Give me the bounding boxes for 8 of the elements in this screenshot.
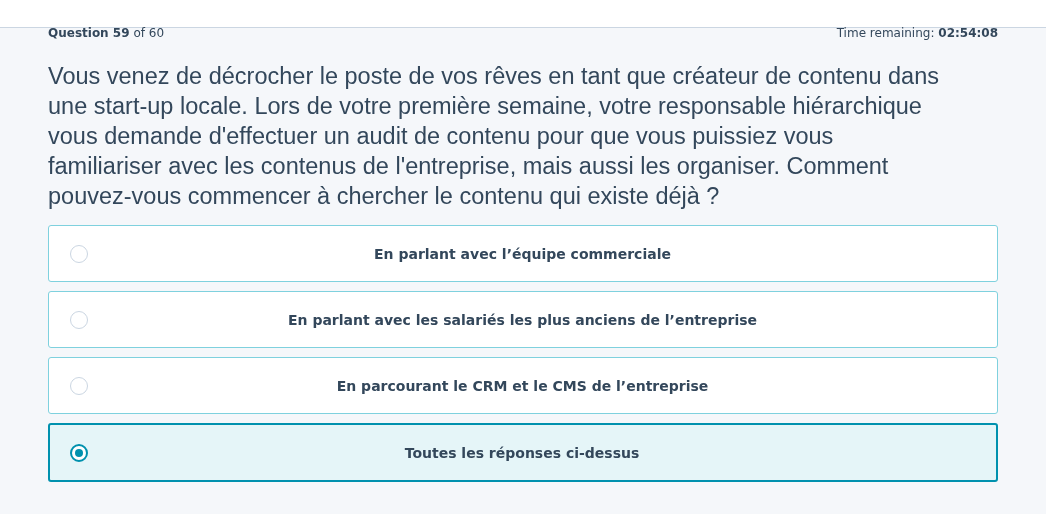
- answer-option[interactable]: En parcourant le CRM et le CMS de l’entreprise: [48, 357, 998, 414]
- time-remaining: Time remaining: 02:54:08: [836, 26, 998, 40]
- radio-button[interactable]: [70, 443, 88, 462]
- answer-option[interactable]: Toutes les réponses ci-dessus: [48, 423, 998, 482]
- answer-option[interactable]: En parlant avec l’équipe commerciale: [48, 225, 998, 282]
- question-counter: Question 59 of 60: [48, 26, 165, 40]
- answer-option[interactable]: En parlant avec les salariés les plus anciens de l’entreprise: [48, 291, 998, 348]
- question-text: Vous venez de décrocher le poste de vos rêves en tant que créateur de contenu dans une start-up locale. Lors de votre première semaine, votre responsable hiérarchique vous demande d'effectuer un audit de contenu pour que vous puissiez vous familiariser avec les contenus de l'entreprise, mais aussi les organiser. Comment pouvez-vous commencer à chercher le contenu qui existe déjà ?: [48, 62, 940, 211]
